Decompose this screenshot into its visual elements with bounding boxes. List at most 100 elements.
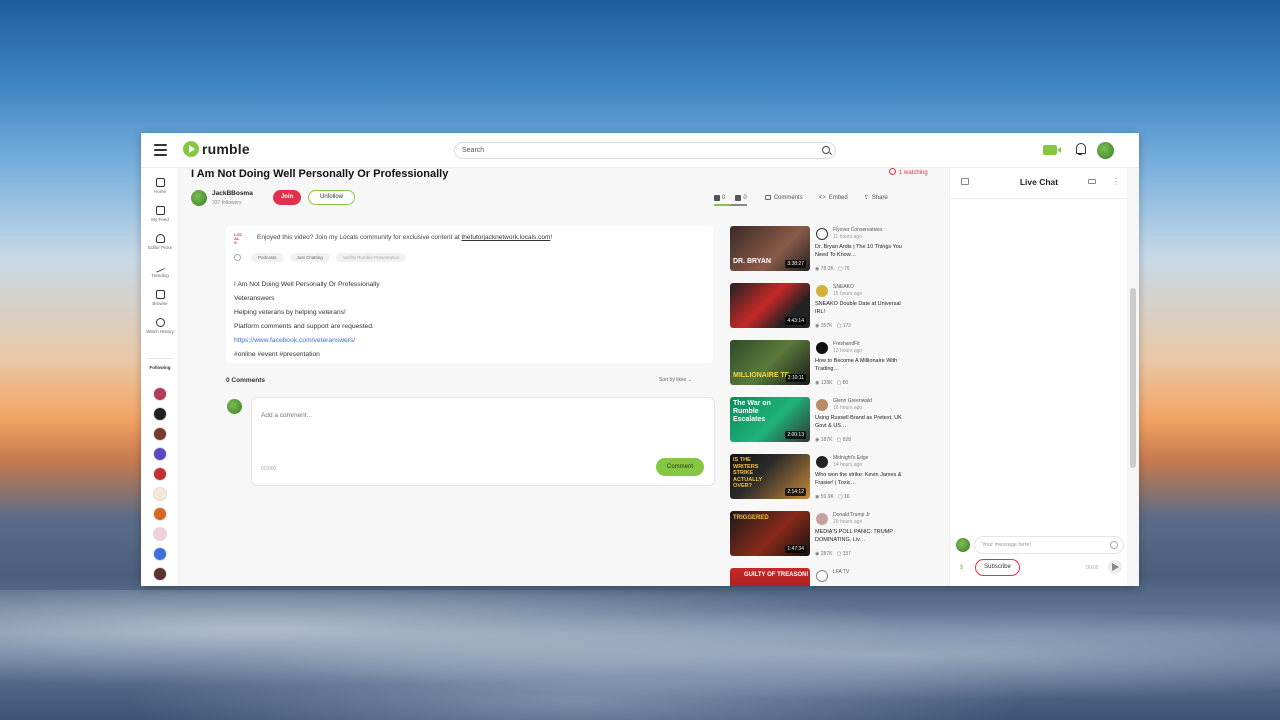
channel-avatar[interactable]	[816, 342, 828, 354]
related-video-item[interactable]: 4:43:14 SNEAKO 15 hours ago SNEAKO Doubl…	[729, 283, 907, 335]
sidebar-item-browse[interactable]: Browse	[141, 290, 179, 306]
views-icon: ◉	[815, 266, 820, 272]
video-thumbnail[interactable]: GUILTY OF TREASON!	[730, 568, 810, 586]
cloud-layer	[0, 590, 1280, 720]
send-icon[interactable]	[1108, 560, 1122, 574]
following-channel-avatar[interactable]	[153, 407, 167, 421]
search-input[interactable]: Search	[454, 142, 836, 159]
video-thumbnail[interactable]: The War on Rumble Escalates 2:00:13	[730, 397, 810, 442]
sidebar-item-editor-picks[interactable]: Editor Picks	[141, 234, 179, 250]
comment-input[interactable]: Add a comment... 0/2000 Comment	[251, 397, 715, 486]
rant-dollar-icon[interactable]: $	[960, 565, 963, 571]
chat-message-input[interactable]: Your message here!	[974, 536, 1124, 554]
menu-icon[interactable]	[154, 144, 167, 156]
following-channel-avatar[interactable]	[153, 447, 167, 461]
scrollbar-thumb[interactable]	[1130, 288, 1136, 468]
sidebar-item-home[interactable]: Home	[141, 178, 179, 194]
subscribe-button[interactable]: Subscribe	[975, 559, 1020, 576]
channel-name[interactable]: JackBBosma	[212, 190, 253, 197]
related-video-item[interactable]: IS THE WRITERS STRIKE ACTUALLY OVER? 2:14…	[729, 454, 907, 506]
comments-count: 0 Comments	[226, 377, 266, 384]
watching-count: 1 watching	[889, 168, 928, 176]
browser-window: rumble Search Home My Feed Editor Picks …	[141, 133, 1139, 586]
share-button[interactable]: ⇪ Share	[863, 194, 888, 202]
tag-podcasts[interactable]: Podcasts	[251, 253, 284, 262]
following-channel-avatar[interactable]	[153, 427, 167, 441]
channel-avatar[interactable]	[191, 190, 207, 206]
video-thumbnail[interactable]: IS THE WRITERS STRIKE ACTUALLY OVER? 2:14…	[730, 454, 810, 499]
sidebar-item-trending[interactable]: Trending	[141, 259, 179, 278]
comment-icon	[764, 195, 771, 200]
following-channel-avatar[interactable]	[153, 507, 167, 521]
channel-followers: 337 followers	[212, 200, 242, 206]
following-channel-avatar[interactable]	[153, 547, 167, 561]
facebook-link[interactable]: https://www.facebook.com/veteranswers/	[234, 334, 380, 348]
video-thumbnail[interactable]: 4:43:14	[730, 283, 810, 328]
comment-icon: ▢	[838, 266, 843, 272]
sidebar-item-my-feed[interactable]: My Feed	[141, 206, 179, 222]
channel-avatar[interactable]	[816, 570, 828, 582]
feed-icon	[155, 206, 165, 215]
top-navbar: rumble Search	[141, 133, 1139, 168]
following-channel-avatar[interactable]	[153, 387, 167, 401]
main-content: I Am Not Doing Well Personally Or Profes…	[179, 168, 949, 586]
join-button[interactable]: Join	[273, 190, 301, 205]
rumble-logo[interactable]: rumble	[183, 141, 250, 157]
comment-button[interactable]: Comment	[656, 458, 704, 476]
comment-char-counter: 0/2000	[261, 466, 277, 472]
chat-title: Live Chat	[1019, 177, 1059, 187]
comments-button[interactable]: Comments	[764, 195, 803, 201]
share-icon: ⇪	[863, 195, 869, 201]
related-videos: DR. BRYAN 3:38:27 Flyover Conservatives 1…	[729, 226, 907, 586]
unfollow-button[interactable]: Unfollow	[308, 190, 355, 205]
channel-avatar[interactable]	[816, 399, 828, 411]
video-thumbnail[interactable]: DR. BRYAN 3:38:27	[730, 226, 810, 271]
thumbs-up-icon[interactable]	[714, 194, 720, 201]
info-icon	[234, 254, 241, 261]
search-icon[interactable]	[822, 146, 830, 154]
category-tags: Podcasts Just Chatting Veriflix Rumble P…	[234, 253, 407, 262]
upload-video-icon[interactable]	[1043, 145, 1061, 155]
user-avatar[interactable]	[1097, 142, 1114, 159]
following-channel-avatar[interactable]	[153, 487, 167, 501]
views-icon: ◉	[815, 494, 820, 500]
related-video-item[interactable]: MILLIONAIRE TF 2:10:11 FreshandFit 12 hou…	[729, 340, 907, 392]
related-video-item[interactable]: DR. BRYAN 3:38:27 Flyover Conservatives 1…	[729, 226, 907, 278]
related-video-item[interactable]: GUILTY OF TREASON! LFA TV	[729, 568, 907, 586]
more-options-icon[interactable]: ⋮	[1112, 176, 1120, 188]
sort-dropdown[interactable]: Sort by likes ⌄	[659, 377, 692, 383]
following-channel-avatar[interactable]	[153, 527, 167, 541]
sidebar-item-watch-history[interactable]: Watch History	[141, 318, 179, 334]
channel-avatar[interactable]	[816, 228, 828, 240]
history-icon	[155, 318, 165, 327]
page-scrollbar[interactable]	[1127, 168, 1139, 586]
popout-chat-icon[interactable]	[1088, 179, 1096, 184]
related-video-item[interactable]: TRIGGERED 1:47:34 Donald Trump Jr 20 hour…	[729, 511, 907, 563]
embed-button[interactable]: <> Embed	[819, 195, 848, 201]
chevron-down-icon: ⌄	[687, 377, 692, 383]
video-thumbnail[interactable]: TRIGGERED 1:47:34	[730, 511, 810, 556]
locals-promo: Enjoyed this video? Join my Locals commu…	[257, 234, 553, 241]
trending-icon	[155, 259, 165, 274]
emoji-icon[interactable]	[1110, 541, 1118, 549]
views-icon: ◉	[815, 437, 820, 443]
views-icon: ◉	[815, 551, 820, 557]
following-channel-avatar[interactable]	[153, 567, 167, 581]
description-card: LOC AL S Enjoyed this video? Join my Local…	[226, 226, 713, 363]
locals-logo-icon: LOC AL S	[234, 232, 243, 245]
video-thumbnail[interactable]: MILLIONAIRE TF 2:10:11	[730, 340, 810, 385]
tag-just-chatting[interactable]: Just Chatting	[289, 253, 330, 262]
channel-avatar[interactable]	[816, 456, 828, 468]
notification-bell-icon[interactable]	[1075, 143, 1086, 155]
channel-avatar[interactable]	[816, 513, 828, 525]
channel-avatar[interactable]	[816, 285, 828, 297]
tag-presentation[interactable]: Veriflix Rumble Presentation	[335, 253, 407, 262]
related-video-item[interactable]: The War on Rumble Escalates 2:00:13 Glenn…	[729, 397, 907, 449]
following-channel-avatar[interactable]	[153, 467, 167, 481]
comment-icon: ▢	[836, 323, 842, 329]
logo-text: rumble	[202, 141, 250, 157]
like-dislike-group: 0 0	[714, 194, 747, 206]
thumbs-down-icon[interactable]	[735, 194, 742, 201]
locals-link[interactable]: thetutorjacknetwork.locals.com	[462, 234, 551, 241]
rumble-play-icon	[183, 141, 199, 157]
